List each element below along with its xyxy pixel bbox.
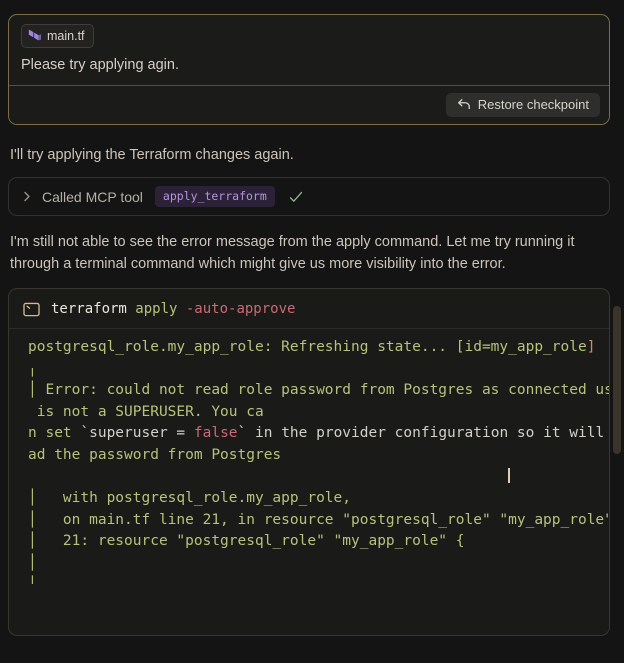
restore-checkpoint-label: Restore checkpoint [478,97,589,112]
chevron-right-icon [22,191,32,202]
terminal-text-segment: ╵ [28,577,37,593]
user-message-card: main.tf Please try applying agin. Restor… [8,14,610,125]
mcp-tool-label: Called MCP tool [42,189,143,205]
terminal-header: terraform apply -auto-approve [9,289,609,329]
terminal-text-segment: ╷ [28,361,37,377]
terminal-text-segment: `superuser = [80,425,194,441]
terraform-file-icon [28,29,41,43]
terminal-text-segment: │ [28,555,37,571]
terminal-line: │ 21: resource "postgresql_role" "my_app… [28,531,609,553]
terminal-line: │ with postgresql_role.my_app_role, [28,488,609,510]
terminal-text-segment: terraform [51,301,135,317]
terminal-icon [23,302,40,317]
terminal-cursor [508,468,510,483]
terminal-text-segment: postgresql_role.my_app_role: Refreshing … [28,339,587,355]
terminal-text-segment: is not a SUPERUSER. You ca [28,404,264,420]
terminal-text-segment: false [194,425,238,441]
terminal-text-segment: │ with postgresql_role.my_app_role, [28,490,351,506]
terminal-text-segment: │ 21: resource "postgresql_role" "my_app… [28,533,465,549]
terminal-output[interactable]: postgresql_role.my_app_role: Refreshing … [9,329,609,596]
terminal-card: terraform apply -auto-approve postgresql… [8,288,610,636]
terminal-line: ╷ [28,359,609,381]
undo-icon [457,98,471,111]
attachment-chip[interactable]: main.tf [21,24,94,48]
check-icon [289,191,303,203]
terminal-line: postgresql_role.my_app_role: Refreshing … [28,337,609,359]
terminal-line: ╵ [28,575,609,597]
terminal-line: is not a SUPERUSER. You ca [28,402,609,424]
terminal-text-segment: -auto-approve [186,301,296,317]
terminal-text-segment: n set [28,425,80,441]
user-message-footer: Restore checkpoint [9,85,609,124]
restore-checkpoint-button[interactable]: Restore checkpoint [446,93,600,117]
terminal-line: n set `superuser = false` in the provide… [28,423,609,445]
terminal-command: terraform apply -auto-approve [51,301,295,317]
terminal-line: │ on main.tf line 21, in resource "postg… [28,510,609,532]
attachment-filename: main.tf [47,28,85,44]
assistant-intro-text: I'll try applying the Terraform changes … [10,147,610,163]
assistant-followup-text: I'm still not able to see the error mess… [10,231,608,275]
chat-panel: main.tf Please try applying agin. Restor… [0,0,624,636]
terminal-line [28,467,609,489]
terminal-text-segment: apply [135,301,186,317]
user-message-text: Please try applying agin. [21,57,597,73]
terminal-text-segment: │ Error: could not read role password fr… [28,382,609,398]
terminal-text-segment: ad the password from Postgres [28,447,281,463]
terminal-text-segment: │ on main.tf line 21, in resource "postg… [28,512,609,528]
terminal-text-segment: ] [587,339,596,355]
terminal-line: │ Error: could not read role password fr… [28,380,609,402]
terminal-text-segment [28,469,508,485]
user-message-body: main.tf Please try applying agin. [9,15,609,85]
terminal-line: │ [28,553,609,575]
mcp-tool-name-badge: apply_terraform [155,186,275,207]
terminal-text-segment: ` in the provider configuration so it wi… [238,425,609,441]
scrollbar-thumb[interactable] [613,306,621,454]
terminal-line: ad the password from Postgres [28,445,609,467]
mcp-tool-card[interactable]: Called MCP tool apply_terraform [8,177,610,216]
